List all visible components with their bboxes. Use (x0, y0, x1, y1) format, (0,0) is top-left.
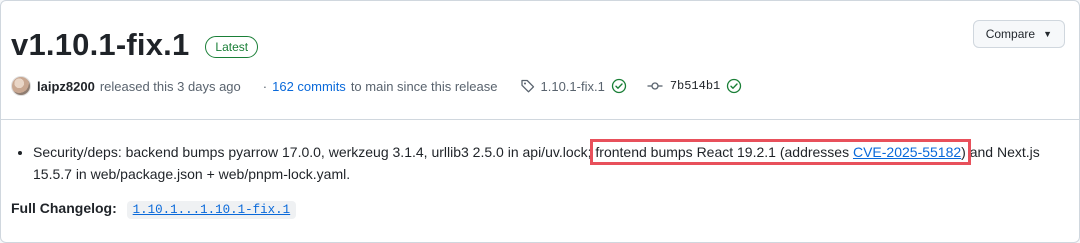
latest-badge: Latest (205, 36, 259, 58)
commit-sha: 7b514b1 (669, 79, 721, 93)
released-text: released this 3 days ago (99, 78, 241, 94)
check-circle-icon (727, 78, 742, 94)
tag-link[interactable]: 1.10.1-fix.1 (520, 78, 627, 94)
release-meta: laipz8200 released this 3 days ago · 162… (11, 76, 742, 96)
cve-link[interactable]: CVE-2025-55182 (853, 144, 961, 160)
title-row: v1.10.1-fix.1 Latest (11, 25, 259, 65)
git-commit-icon (647, 82, 663, 90)
compare-button[interactable]: Compare ▼ (972, 20, 1065, 48)
tag-name: 1.10.1-fix.1 (540, 78, 605, 94)
commits-suffix: to main since this release (350, 78, 498, 94)
author-link[interactable]: laipz8200 (37, 79, 95, 94)
notes-list: Security/deps: backend bumps pyarrow 17.… (11, 139, 1061, 185)
note-highlight-text: frontend bumps React 19.2.1 (addresses (595, 144, 853, 160)
changelog-label: Full Changelog: (11, 200, 117, 216)
meta-separator: · (262, 78, 268, 94)
commits-link[interactable]: 162 commits (272, 79, 346, 94)
commit-link[interactable]: 7b514b1 (647, 78, 742, 94)
highlight-box: frontend bumps React 19.2.1 (addresses C… (590, 139, 971, 165)
header-divider (1, 119, 1079, 120)
compare-label: Compare (985, 27, 1036, 41)
check-circle-icon (611, 78, 626, 94)
tag-icon (520, 79, 534, 93)
full-changelog: Full Changelog: 1.10.1...1.10.1-fix.1 (11, 197, 1061, 221)
release-notes: Security/deps: backend bumps pyarrow 17.… (11, 139, 1061, 221)
release-card: v1.10.1-fix.1 Latest Compare ▼ laipz8200… (0, 0, 1080, 243)
release-title[interactable]: v1.10.1-fix.1 (11, 25, 189, 65)
chevron-down-icon: ▼ (1043, 29, 1052, 39)
changelog-compare-link[interactable]: 1.10.1...1.10.1-fix.1 (126, 201, 297, 219)
note-text-before: Security/deps: backend bumps pyarrow 17.… (33, 144, 596, 160)
list-item: Security/deps: backend bumps pyarrow 17.… (33, 139, 1061, 185)
avatar[interactable] (11, 76, 31, 96)
release-header: v1.10.1-fix.1 Latest Compare ▼ laipz8200… (1, 1, 1079, 119)
